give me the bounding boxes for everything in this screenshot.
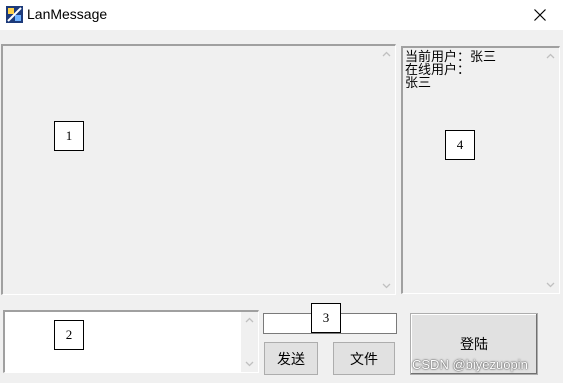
scroll-up-icon[interactable] xyxy=(382,50,391,59)
window-title: LanMessage xyxy=(27,6,108,22)
message-input[interactable] xyxy=(3,310,259,373)
user-info-text: 当前用户：张三 在线用户： 张三 xyxy=(405,51,496,90)
app-logo-icon xyxy=(6,6,23,23)
title-bar: LanMessage xyxy=(0,0,563,30)
scroll-up-icon[interactable] xyxy=(245,316,254,325)
chat-history-area[interactable] xyxy=(1,44,396,295)
scroll-down-icon[interactable] xyxy=(382,281,391,290)
online-user-item: 张三 xyxy=(405,76,432,91)
watermark-text: CSDN @biyezuopin xyxy=(412,357,528,372)
scroll-down-icon[interactable] xyxy=(546,280,555,289)
marker-2: 2 xyxy=(54,320,84,350)
close-button[interactable] xyxy=(517,0,563,30)
chat-history-scrollbar[interactable] xyxy=(378,46,395,294)
marker-3: 3 xyxy=(311,303,341,333)
marker-4: 4 xyxy=(445,130,475,160)
scroll-up-icon[interactable] xyxy=(546,52,555,61)
message-input-scrollbar[interactable] xyxy=(241,312,258,372)
user-list-area[interactable]: 当前用户：张三 在线用户： 张三 xyxy=(401,46,560,294)
close-icon xyxy=(534,9,546,21)
file-button[interactable]: 文件 xyxy=(333,342,395,375)
user-list-scrollbar[interactable] xyxy=(542,48,559,293)
scroll-down-icon[interactable] xyxy=(245,359,254,368)
marker-1: 1 xyxy=(54,121,84,151)
send-button[interactable]: 发送 xyxy=(264,342,318,375)
